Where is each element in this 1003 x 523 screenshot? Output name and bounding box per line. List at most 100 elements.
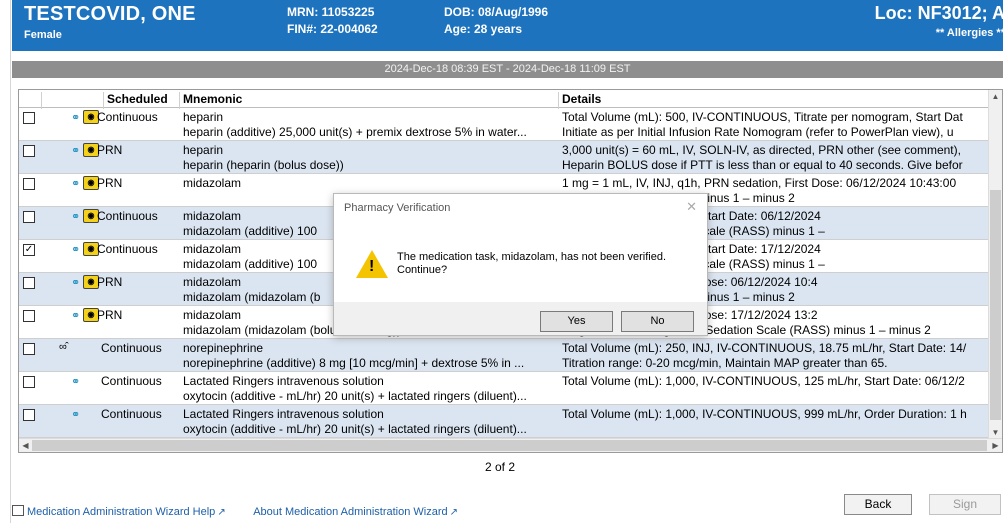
vertical-scroll-thumb[interactable] (990, 190, 1001, 420)
iv-bag-icon: ⚭ (71, 409, 81, 421)
table-row[interactable]: ⚭ Continuous Lactated Ringers intravenous … (19, 405, 990, 438)
header-divider (41, 92, 42, 109)
row-mnemonic-detail: oxytocin (additive - mL/hr) 20 unit(s) +… (183, 422, 527, 436)
allergies-link[interactable]: ** Allergies ** (936, 27, 1003, 39)
iv-bag-icon: ⚭ (71, 112, 81, 124)
header-divider (103, 92, 104, 109)
row-scheduled: PRN (97, 176, 123, 190)
table-row[interactable]: ⚭ Continuous Lactated Ringers intravenous … (19, 372, 990, 405)
row-checkbox[interactable] (23, 277, 35, 289)
row-details: Total Volume (mL): 500, IV-CONTINUOUS, T… (562, 110, 963, 124)
external-link-icon: ↗ (449, 507, 459, 518)
iv-bag-icon: ⚭ (71, 376, 81, 388)
sign-button[interactable]: Sign (929, 494, 1001, 515)
row-mnemonic: heparin (183, 110, 224, 124)
iv-bag-icon: ⚭ (71, 277, 81, 289)
back-button[interactable]: Back (844, 494, 912, 515)
row-checkbox[interactable]: ✓ (23, 244, 35, 256)
row-mnemonic: Lactated Ringers intravenous solution (183, 374, 384, 388)
row-details-line2: Initiate as per Initial Infusion Rate No… (562, 125, 954, 139)
footer-links: Medication Administration Wizard Help ↗ A… (12, 505, 458, 518)
pharmacy-verification-dialog: Pharmacy Verification ✕ ! The medication… (333, 193, 708, 336)
row-scheduled: Continuous (97, 110, 158, 124)
page-indicator: 2 of 2 (484, 460, 516, 474)
scroll-left-icon[interactable]: ◀ (19, 439, 32, 452)
header-divider (179, 92, 180, 109)
about-link[interactable]: About Medication Administration Wizard (253, 506, 447, 518)
table-row[interactable]: ⚭ ◉ Continuous heparin heparin (additive) 25… (19, 108, 990, 141)
iv-bag-icon: ⚭ (71, 244, 81, 256)
dialog-title: Pharmacy Verification (344, 202, 451, 214)
row-mnemonic-detail: heparin (heparin (bolus dose)) (183, 158, 344, 172)
horizontal-scrollbar[interactable]: ◀ ▶ (19, 438, 1002, 452)
row-details: 3,000 unit(s) = 60 mL, IV, SOLN-IV, as d… (562, 143, 961, 157)
row-checkbox[interactable] (23, 178, 35, 190)
close-icon[interactable]: ✕ (686, 199, 697, 215)
row-scheduled: PRN (97, 275, 123, 289)
row-mnemonic: midazolam (183, 308, 242, 322)
vertical-scrollbar[interactable]: ▲ ▼ (988, 90, 1002, 439)
row-checkbox[interactable] (23, 376, 35, 388)
row-scheduled: Continuous (97, 209, 158, 223)
header-divider (558, 92, 559, 109)
row-scheduled: Continuous (101, 341, 162, 355)
iv-bag-icon: ⚭ (71, 310, 81, 322)
row-mnemonic: midazolam (183, 209, 242, 223)
grid-header: Scheduled Mnemonic Details (19, 90, 990, 109)
time-range-bar: 2024-Dec-18 08:39 EST - 2024-Dec-18 11:0… (12, 61, 1003, 78)
row-checkbox[interactable] (23, 343, 35, 355)
header-scheduled[interactable]: Scheduled (107, 92, 168, 106)
glasses-icon: ∞̂ (59, 341, 67, 353)
row-mnemonic-detail: oxytocin (additive - mL/hr) 20 unit(s) +… (183, 389, 527, 403)
row-checkbox[interactable] (23, 310, 35, 322)
row-mnemonic: midazolam (183, 275, 242, 289)
row-checkbox[interactable] (23, 145, 35, 157)
scroll-right-icon[interactable]: ▶ (989, 439, 1002, 452)
row-scheduled: Continuous (97, 242, 158, 256)
row-mnemonic: midazolam (183, 176, 242, 190)
row-details: Total Volume (mL): 1,000, IV-CONTINUOUS,… (562, 407, 967, 421)
row-checkbox[interactable] (23, 211, 35, 223)
patient-age: Age: 28 years (444, 22, 523, 36)
horizontal-scroll-thumb[interactable] (32, 440, 987, 451)
patient-name[interactable]: TESTCOVID, ONE (24, 3, 196, 26)
row-details: 1 mg = 1 mL, IV, INJ, q1h, PRN sedation,… (562, 176, 957, 190)
row-details: Total Volume (mL): 250, INJ, IV-CONTINUO… (562, 341, 967, 355)
row-scheduled: Continuous (101, 407, 162, 421)
row-mnemonic: heparin (183, 143, 224, 157)
table-row[interactable]: ⚭ ◉ PRN heparin heparin (heparin (bolus dose… (19, 141, 990, 174)
help-link[interactable]: Medication Administration Wizard Help (27, 506, 215, 518)
row-scheduled: PRN (97, 143, 123, 157)
row-mnemonic: norepinephrine (183, 341, 264, 355)
external-link-icon: ↗ (217, 507, 226, 518)
patient-mrn: MRN: 11053225 (287, 5, 375, 19)
patient-banner: TESTCOVID, ONE Female MRN: 11053225 FIN#… (12, 0, 1003, 51)
table-row[interactable]: ∞̂ Continuous norepinephrine norepinephrine… (19, 339, 990, 372)
patient-fin: FIN#: 22-004062 (287, 22, 378, 36)
row-details-line2: Heparin BOLUS dose if PTT is less than o… (562, 158, 963, 172)
iv-bag-icon: ⚭ (71, 145, 81, 157)
patient-location: Loc: NF3012; A (874, 3, 1003, 23)
row-scheduled: Continuous (101, 374, 162, 388)
warning-exclamation-icon: ! (369, 258, 375, 275)
row-details-line2: Titration range: 0-20 mcg/min, Maintain … (562, 356, 888, 370)
row-mnemonic: midazolam (183, 242, 242, 256)
scroll-up-icon[interactable]: ▲ (989, 90, 1002, 103)
row-checkbox[interactable] (23, 409, 35, 421)
row-scheduled: PRN (97, 308, 123, 322)
iv-bag-icon: ⚭ (71, 178, 81, 190)
row-mnemonic-detail: heparin (additive) 25,000 unit(s) + prem… (183, 125, 527, 139)
header-details[interactable]: Details (562, 92, 601, 106)
row-mnemonic: Lactated Ringers intravenous solution (183, 407, 384, 421)
dialog-message: The medication task, midazolam, has not … (397, 251, 667, 276)
book-icon (12, 505, 24, 516)
iv-bag-icon: ⚭ (71, 211, 81, 223)
row-checkbox[interactable] (23, 112, 35, 124)
row-mnemonic-detail: norepinephrine (additive) 8 mg [10 mcg/m… (183, 356, 525, 370)
row-details: Total Volume (mL): 1,000, IV-CONTINUOUS,… (562, 374, 965, 388)
left-edge-strip (0, 0, 11, 523)
header-mnemonic[interactable]: Mnemonic (183, 92, 242, 106)
no-button[interactable]: No (621, 311, 694, 332)
yes-button[interactable]: Yes (540, 311, 613, 332)
patient-dob: DOB: 08/Aug/1996 (444, 5, 549, 19)
